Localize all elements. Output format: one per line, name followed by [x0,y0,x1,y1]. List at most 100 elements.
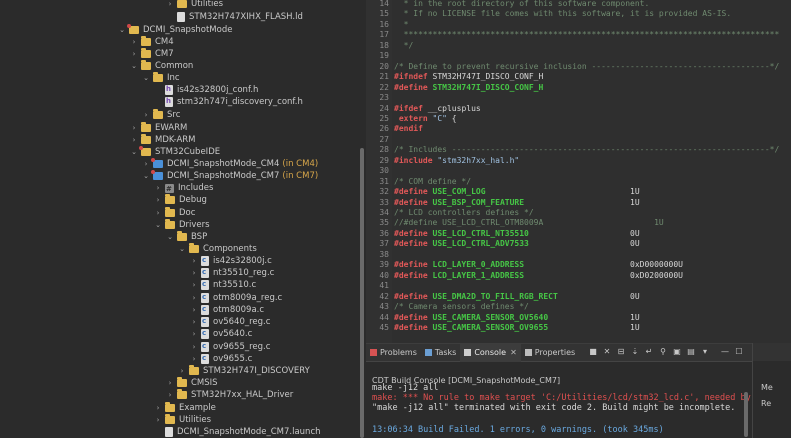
expand-down-icon[interactable]: ⌄ [178,243,186,255]
code-line[interactable]: #define USE_LCD_CTRL_NT35510 0U [394,229,640,238]
expand-right-icon[interactable]: › [142,158,150,170]
code-line[interactable]: #define STM32H747I_DISCO_CONF_H [394,83,543,92]
tree-item[interactable]: › Utilities [166,0,223,10]
expand-right-icon[interactable]: › [130,48,138,60]
expand-right-icon[interactable]: › [190,341,198,353]
maximize-icon[interactable]: ☐ [734,347,744,357]
tree-item[interactable]: ⌄ BSP [166,231,207,243]
tree-item[interactable]: › nt35510.c [190,279,256,291]
expand-right-icon[interactable]: › [166,0,174,10]
expand-right-icon[interactable]: › [130,36,138,48]
close-icon[interactable]: ✕ [510,348,517,357]
expand-right-icon[interactable]: › [154,194,162,206]
tree-item[interactable]: › CMSIS [166,377,218,389]
scroll-lock-icon[interactable]: ⇣ [630,347,640,357]
expand-down-icon[interactable]: ⌄ [130,146,138,158]
code-line[interactable]: /* LCD controllers defines */ [394,208,534,217]
expand-right-icon[interactable]: › [154,402,162,414]
expand-right-icon[interactable]: › [154,414,162,426]
expand-right-icon[interactable]: › [142,109,150,121]
tree-item[interactable]: › is42s32800j.c [190,255,272,267]
expand-right-icon[interactable]: › [166,389,174,401]
code-line[interactable]: /* Camera sensors defines */ [394,302,529,311]
tree-item[interactable]: › Example [154,402,216,414]
tree-item[interactable]: › Src [142,109,180,121]
tree-item[interactable]: stm32h747i_discovery_conf.h [154,96,303,108]
expand-down-icon[interactable]: ⌄ [130,60,138,72]
remove-launch-icon[interactable]: ✕ [602,347,612,357]
tree-item[interactable]: › MDK-ARM [130,134,196,146]
code-editor[interactable]: 14 15 16 17 18 19 20 21 22 23 24 25 26 27 28 29 30 31 32 33… [366,0,791,343]
tree-item[interactable]: ⌄ Drivers [154,219,210,231]
expand-right-icon[interactable]: › [130,134,138,146]
expand-down-icon[interactable]: ⌄ [142,170,150,182]
tree-item[interactable]: ⌄ DCMI_SnapshotMode_CM7 (in CM7) [142,170,318,182]
expand-right-icon[interactable]: › [190,255,198,267]
code-line[interactable]: #ifndef STM32H747I_DISCO_CONF_H [394,72,543,81]
explorer-scrollbar[interactable] [360,148,364,438]
tree-item[interactable]: STM32H747XIHX_FLASH.ld [166,11,303,23]
tree-item[interactable]: › ov5640.c [190,328,252,340]
tree-item[interactable]: › STM32H747I_DISCOVERY [178,365,310,377]
expand-right-icon[interactable]: › [190,279,198,291]
code-line[interactable]: #include "stm32h7xx_hal.h" [394,156,519,165]
tree-item[interactable]: › ov5640_reg.c [190,316,270,328]
console-scrollbar[interactable] [744,392,748,437]
open-console-icon[interactable]: ▣ [672,347,682,357]
tree-item[interactable]: › ov9655_reg.c [190,341,270,353]
expand-down-icon[interactable]: ⌄ [118,24,126,36]
tree-item[interactable]: › Doc [154,207,195,219]
expand-right-icon[interactable]: › [190,316,198,328]
tree-item[interactable]: › Includes [154,182,214,195]
code-line[interactable]: /* Includes ----------------------------… [394,145,779,154]
code-line[interactable]: * in the root directory of this software… [394,0,650,8]
clear-console-icon[interactable]: ⊟ [616,347,626,357]
expand-right-icon[interactable]: › [154,207,162,219]
code-line[interactable]: #endif [394,124,423,133]
expand-down-icon[interactable]: ⌄ [166,231,174,243]
tree-item[interactable]: ⌄ Inc [142,72,180,84]
tree-item[interactable]: DCMI_SnapshotMode_CM7.launch [154,426,321,438]
expand-right-icon[interactable]: › [166,377,174,389]
tree-item[interactable]: ⌄ Common [130,60,193,72]
code-line[interactable]: extern "C" { [394,114,457,123]
terminate-icon[interactable]: ■ [588,347,598,357]
code-line[interactable]: #define USE_CAMERA_SENSOR_OV9655 1U [394,323,640,332]
tree-item[interactable]: › CM7 [130,48,174,60]
expand-right-icon[interactable]: › [190,304,198,316]
expand-right-icon[interactable]: › [154,182,162,194]
tree-item[interactable]: ⌄ DCMI_SnapshotMode [118,24,232,36]
code-line[interactable]: #define USE_CAMERA_SENSOR_OV5640 1U [394,313,640,322]
expand-down-icon[interactable]: ⌄ [142,72,150,84]
tree-item[interactable]: › Debug [154,194,207,206]
word-wrap-icon[interactable]: ↵ [644,347,654,357]
code-line[interactable]: * If no LICENSE file comes with this sof… [394,9,732,18]
code-line[interactable]: #define USE_LCD_CTRL_ADV7533 0U [394,239,640,248]
right-panel-tab-label[interactable]: Me [761,383,773,392]
minimize-icon[interactable]: — [720,347,730,357]
code-line[interactable]: #ifdef __cplusplus [394,104,481,113]
code-line[interactable]: /* Define to prevent recursive inclusion… [394,62,779,71]
expand-right-icon[interactable]: › [178,365,186,377]
code-line[interactable]: ****************************************… [394,30,780,39]
expand-down-icon[interactable]: ⌄ [154,219,162,231]
tree-item[interactable]: › ov9655.c [190,353,252,365]
tree-item[interactable]: › CM4 [130,36,174,48]
view-menu-icon[interactable]: ▾ [700,347,710,357]
tree-item[interactable]: ⌄ Components [178,243,257,255]
tree-item[interactable]: › otm8009a_reg.c [190,292,282,304]
expand-right-icon[interactable]: › [190,267,198,279]
tree-item[interactable]: › Utilities [154,414,211,426]
pin-console-icon[interactable]: ⚲ [658,347,668,357]
code-line[interactable]: */ [394,41,414,50]
code-line[interactable]: //#define USE_LCD_CTRL_OTM8009A 1U [394,218,664,227]
expand-right-icon[interactable]: › [130,122,138,134]
tree-item[interactable]: › STM32H7xx_HAL_Driver [166,389,293,401]
code-line[interactable]: #define USE_BSP_COM_FEATURE 1U [394,198,640,207]
tree-item[interactable]: is42s32800j_conf.h [154,84,258,96]
expand-right-icon[interactable]: › [190,292,198,304]
code-line[interactable]: /* COM define */ [394,177,471,186]
code-line[interactable]: #define USE_COM_LOG 1U [394,187,640,196]
display-console-icon[interactable]: ▤ [686,347,696,357]
tab-problems[interactable]: Problems [366,344,421,362]
